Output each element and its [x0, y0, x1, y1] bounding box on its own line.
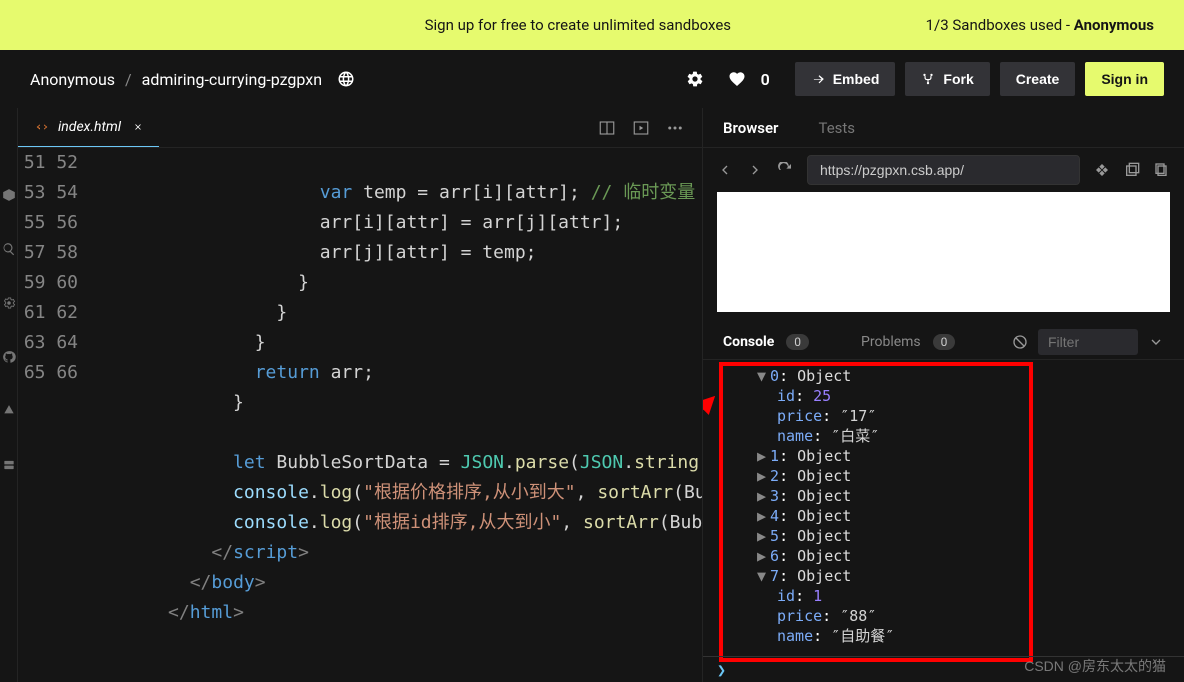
globe-icon [337, 70, 355, 88]
console-object-row[interactable]: 5: Object [717, 526, 1170, 546]
console-object-row[interactable]: 2: Object [717, 466, 1170, 486]
editor-column: index.html 51 52 53 54 55 56 57 58 59 60… [18, 108, 702, 682]
tab-problems[interactable]: Problems [861, 334, 921, 350]
settings-icon[interactable] [2, 296, 16, 310]
editor-toolbar [598, 119, 702, 137]
create-button[interactable]: Create [1000, 62, 1076, 96]
nav-forward-icon[interactable] [747, 162, 763, 178]
arrow-right-icon [811, 72, 825, 86]
reload-icon[interactable] [777, 162, 793, 178]
signin-button[interactable]: Sign in [1085, 62, 1164, 96]
console-tab-bar: Console 0 Problems 0 [703, 324, 1184, 360]
preview-tabs: Browser Tests [703, 108, 1184, 148]
breadcrumb: Anonymous / admiring-currying-pzgpxn [30, 70, 355, 89]
html-file-icon [34, 119, 50, 135]
tab-console[interactable]: Console [723, 334, 774, 350]
tab-index-html[interactable]: index.html [18, 108, 159, 147]
editor-tab-bar: index.html [18, 108, 702, 148]
fork-icon [921, 72, 935, 86]
heart-icon[interactable] [728, 70, 746, 88]
fork-button[interactable]: Fork [905, 62, 989, 96]
embed-button[interactable]: Embed [795, 62, 896, 96]
split-icon[interactable] [598, 119, 616, 137]
url-input[interactable] [807, 155, 1080, 185]
tab-browser[interactable]: Browser [723, 119, 778, 137]
gear-icon[interactable] [686, 70, 704, 88]
nav-back-icon[interactable] [717, 162, 733, 178]
sandbox-icon[interactable] [2, 188, 16, 202]
problems-count-badge: 0 [933, 334, 956, 350]
like-count: 0 [761, 70, 770, 89]
tab-tests[interactable]: Tests [818, 119, 855, 137]
activity-bar [0, 108, 18, 682]
banner-signup-text[interactable]: Sign up for free to create unlimited san… [30, 16, 926, 34]
server-icon[interactable] [2, 458, 16, 472]
console-object-row[interactable]: 6: Object [717, 546, 1170, 566]
promo-banner: Sign up for free to create unlimited san… [0, 0, 1184, 50]
console-object-row[interactable]: 0: Objectid: 25price: 17name: 白菜 [717, 366, 1170, 446]
console-object-row[interactable]: 4: Object [717, 506, 1170, 526]
header-bar: Anonymous / admiring-currying-pzgpxn 0 E… [0, 50, 1184, 108]
console-object-row[interactable]: 3: Object [717, 486, 1170, 506]
structure-icon[interactable] [1094, 162, 1110, 178]
url-bar [703, 148, 1184, 192]
more-icon[interactable] [666, 119, 684, 137]
watermark: CSDN @房东太太的猫 [1024, 656, 1166, 676]
breadcrumb-user[interactable]: Anonymous [30, 70, 115, 89]
chevron-down-icon[interactable] [1148, 334, 1164, 350]
console-object-row[interactable]: 7: Objectid: 1price: 88name: 自助餐 [717, 566, 1170, 646]
preview-column: Browser Tests Console 0 Problems 0 [702, 108, 1184, 682]
preview-icon[interactable] [632, 119, 650, 137]
main-area: index.html 51 52 53 54 55 56 57 58 59 60… [0, 108, 1184, 682]
console-object-row[interactable]: 1: Object [717, 446, 1170, 466]
github-icon[interactable] [2, 350, 16, 364]
filter-input[interactable] [1038, 329, 1138, 355]
line-gutter: 51 52 53 54 55 56 57 58 59 60 61 62 63 6… [18, 148, 103, 682]
banner-usage: 1/3 Sandboxes used - Anonymous [926, 16, 1154, 34]
new-window-icon[interactable] [1124, 162, 1140, 178]
code-editor[interactable]: 51 52 53 54 55 56 57 58 59 60 61 62 63 6… [18, 148, 702, 682]
console-count-badge: 0 [786, 334, 809, 350]
search-icon[interactable] [2, 242, 16, 256]
code-content[interactable]: var temp = arr[i][attr]; // 临时变量 arr[i][… [103, 148, 702, 682]
console-output[interactable]: 0: Objectid: 25price: 17name: 白菜1: Objec… [703, 360, 1184, 682]
deploy-icon[interactable] [2, 404, 16, 418]
copy-icon[interactable] [1154, 162, 1170, 178]
preview-frame[interactable] [717, 192, 1170, 312]
tab-label: index.html [58, 119, 121, 135]
close-icon[interactable] [133, 122, 143, 132]
breadcrumb-separator: / [125, 70, 132, 89]
breadcrumb-project[interactable]: admiring-currying-pzgpxn [142, 70, 322, 89]
clear-console-icon[interactable] [1012, 334, 1028, 350]
